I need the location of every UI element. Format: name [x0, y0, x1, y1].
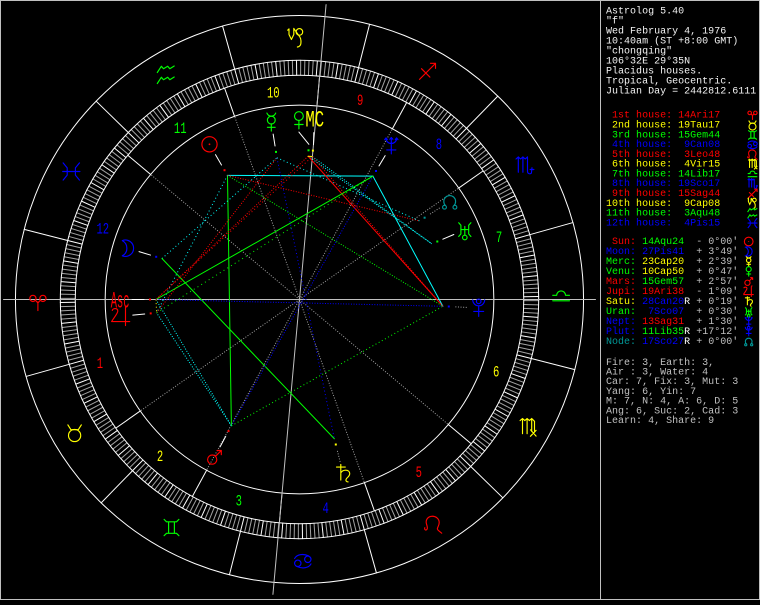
svg-text:1: 1	[97, 356, 103, 374]
svg-text:6: 6	[493, 365, 499, 383]
svg-text:Julian Day = 2442812.6111: Julian Day = 2442812.6111	[606, 86, 756, 98]
svg-text:12th house: 4Pis15: 12th house: 4Pis15	[606, 217, 720, 229]
svg-text:Asc: Asc	[111, 289, 130, 315]
svg-text:8: 8	[436, 137, 442, 155]
svg-text:4: 4	[323, 501, 329, 519]
svg-text:MC: MC	[305, 108, 324, 134]
svg-text:Node: 17Sco27R + 0°00': Node: 17Sco27R + 0°00'	[606, 336, 738, 348]
svg-text:9: 9	[357, 93, 363, 111]
svg-text:12: 12	[96, 222, 109, 240]
svg-text:10: 10	[267, 86, 280, 104]
svg-text:5: 5	[416, 465, 422, 483]
svg-text:7: 7	[496, 230, 502, 248]
svg-text:11: 11	[174, 121, 187, 139]
svg-text:Learn: 4, Share: 9: Learn: 4, Share: 9	[606, 415, 714, 427]
svg-text:3: 3	[236, 494, 242, 512]
svg-text:2: 2	[157, 449, 163, 467]
